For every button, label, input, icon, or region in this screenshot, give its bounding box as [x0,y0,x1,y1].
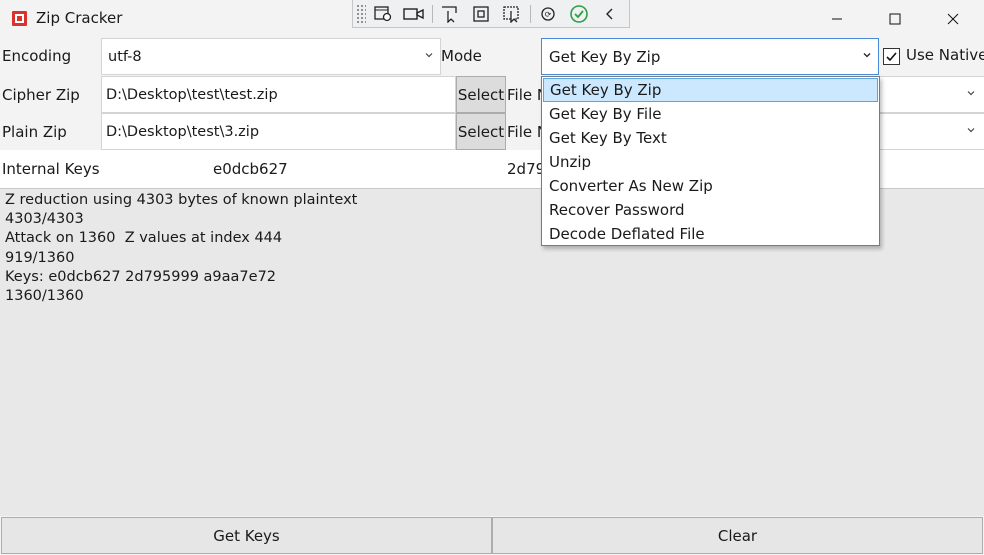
debug-toolbar: ⟳ [352,0,630,28]
log-line: 919/1360 [5,249,75,266]
svg-text:⟳: ⟳ [545,10,552,19]
cipher-zip-select-button[interactable]: Select [456,76,506,113]
select-element-icon [374,5,392,21]
cipher-zip-label: Cipher Zip [2,86,80,104]
use-native-checkbox[interactable] [883,48,900,65]
checkmark-icon [886,52,897,62]
cipher-zip-path: D:\Desktop\test\test.zip [106,86,278,103]
dropdown-option-unzip[interactable]: Unzip [542,150,879,174]
frame-icon [473,5,489,22]
binding-check-button[interactable] [565,2,593,26]
chevron-down-icon [863,53,871,58]
check-circle-icon [570,4,588,23]
mode-label: Mode [441,47,482,65]
use-native-label: Use Native [906,46,984,64]
chevron-down-icon [425,53,433,58]
cipher-zip-input[interactable]: D:\Desktop\test\test.zip [101,76,456,113]
select-element-button[interactable] [369,2,397,26]
mode-select[interactable]: Get Key By Zip [541,38,879,75]
dropdown-option-get-key-by-text[interactable]: Get Key By Text [542,126,879,150]
internal-keys-label: Internal Keys [2,160,100,178]
key1-value: 2d79 [507,160,546,178]
dropdown-option-converter-as-new-zip[interactable]: Converter As New Zip [542,174,879,198]
minimize-button[interactable] [808,0,866,38]
minimize-icon [832,18,842,20]
maximize-icon [889,13,901,25]
collapse-toolbar-button[interactable] [596,2,624,26]
plain-zip-path: D:\Desktop\test\3.zip [106,123,260,140]
pointer-select-icon [442,5,457,23]
cipher-file-select[interactable] [880,76,984,113]
key0-value: e0dcb627 [213,160,288,178]
toolbar-separator [432,4,433,23]
mode-value: Get Key By Zip [549,47,661,66]
plain-zip-label: Plain Zip [2,123,67,141]
mode-dropdown-list: Get Key By Zip Get Key By File Get Key B… [541,76,880,246]
live-tree-button[interactable] [498,2,526,26]
chevron-down-icon [967,128,975,133]
chevron-down-icon [967,91,975,96]
dropdown-option-decode-deflated-file[interactable]: Decode Deflated File [542,222,879,246]
dropdown-option-recover-password[interactable]: Recover Password [542,198,879,222]
zip-app-icon [12,11,27,26]
clear-button[interactable]: Clear [492,517,983,554]
plain-zip-input[interactable]: D:\Desktop\test\3.zip [101,113,456,150]
close-button[interactable] [924,0,982,38]
frame-button[interactable] [467,2,495,26]
window-title: Zip Cracker [36,9,123,27]
get-keys-button[interactable]: Get Keys [1,517,492,554]
plain-zip-select-button[interactable]: Select [456,113,506,150]
close-icon [947,13,959,25]
encoding-value: utf-8 [108,48,142,65]
log-line: Keys: e0dcb627 2d795999 a9aa7e72 [5,268,277,285]
collapse-chevron-icon [606,8,613,19]
encoding-select[interactable]: utf-8 [101,38,441,75]
hot-reload-icon: ⟳ [541,6,555,21]
maximize-button[interactable] [866,0,924,38]
dropdown-option-get-key-by-zip[interactable]: Get Key By Zip [543,78,878,102]
video-icon [403,7,424,20]
live-tree-icon [503,5,519,23]
dropdown-option-get-key-by-file[interactable]: Get Key By File [542,102,879,126]
plain-file-select[interactable] [880,113,984,150]
toolbar-separator [530,4,531,23]
record-video-button[interactable] [400,2,428,26]
hot-reload-button[interactable]: ⟳ [534,2,562,26]
pointer-select-button[interactable] [436,2,464,26]
toolbar-grip-handle[interactable] [356,3,366,24]
log-line: 1360/1360 [5,288,84,305]
encoding-label: Encoding [2,47,72,65]
